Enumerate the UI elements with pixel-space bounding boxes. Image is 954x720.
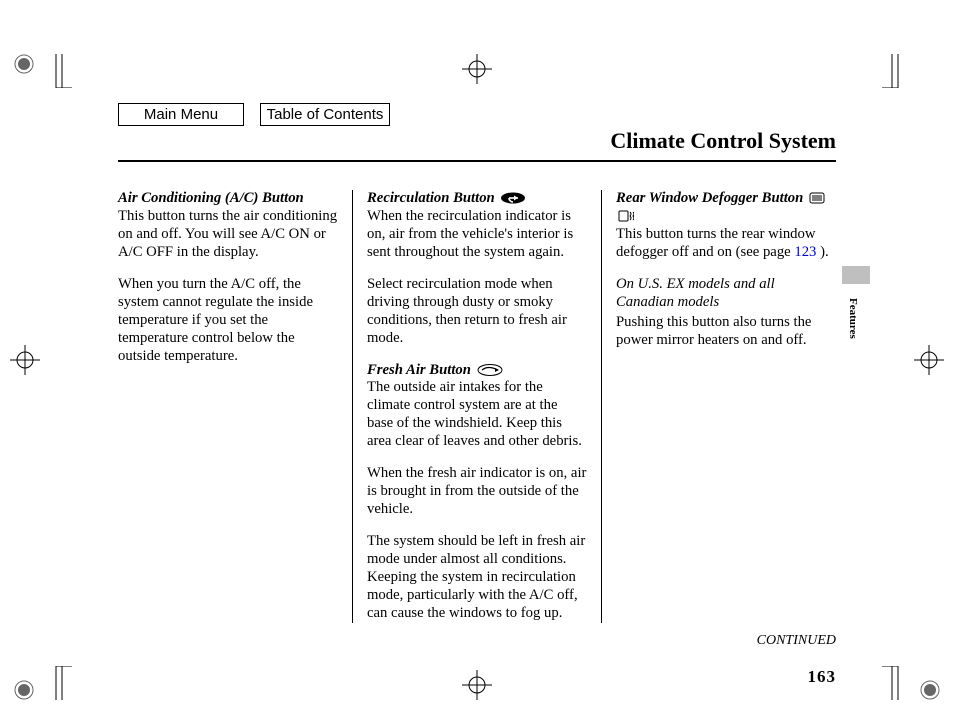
fresh-air-para-2: When the fresh air indicator is on, air … <box>367 465 587 519</box>
title-rule <box>118 160 836 162</box>
defogger-para-1a: This button turns the rear window defogg… <box>616 226 815 260</box>
page-number: 163 <box>118 667 836 687</box>
fresh-air-section: Fresh Air Button The outside air intakes… <box>367 362 587 452</box>
defogger-para-2: Pushing this button also turns the power… <box>616 314 836 350</box>
fresh-air-heading: Fresh Air Button <box>367 362 471 378</box>
crop-mark-top-right <box>882 54 944 88</box>
register-mark-right <box>914 345 944 375</box>
section-tab-bar <box>842 266 870 284</box>
crop-mark-top-left <box>10 54 72 88</box>
top-nav: Main Menu Table of Contents <box>118 103 390 126</box>
fresh-air-icon <box>477 364 503 376</box>
register-mark-left <box>10 345 40 375</box>
ac-button-heading: Air Conditioning (A/C) Button <box>118 190 304 206</box>
section-tab-label: Features <box>847 298 859 339</box>
column-2: Recirculation Button When the recirculat… <box>352 190 587 623</box>
defogger-para-1b: ). <box>816 244 828 260</box>
recirc-para-2: Select recirculation mode when driving t… <box>367 276 587 348</box>
ac-button-section: Air Conditioning (A/C) Button This butto… <box>118 190 338 262</box>
defogger-heading: Rear Window Defogger Button <box>616 190 803 206</box>
defogger-model-note: On U.S. EX models and all Canadian model… <box>616 276 836 312</box>
defogger-section: Rear Window Defogger Button This button … <box>616 190 836 262</box>
defogger-page-link[interactable]: 123 <box>794 244 816 260</box>
page-title: Climate Control System <box>118 128 836 154</box>
column-3: Rear Window Defogger Button This button … <box>601 190 836 623</box>
ac-button-para-1: This button turns the air conditioning o… <box>118 208 337 260</box>
section-tab: Features <box>842 268 864 344</box>
content-columns: Air Conditioning (A/C) Button This butto… <box>118 190 836 623</box>
mirror-heater-icon <box>618 210 634 222</box>
crop-mark-bottom-right <box>882 666 944 700</box>
column-1: Air Conditioning (A/C) Button This butto… <box>118 190 338 623</box>
table-of-contents-button[interactable]: Table of Contents <box>260 103 390 126</box>
recirc-para-1: When the recirculation indicator is on, … <box>367 208 573 260</box>
page-content: Climate Control System Air Conditioning … <box>118 128 836 687</box>
recirc-section: Recirculation Button When the recirculat… <box>367 190 587 262</box>
fresh-air-para-3: The system should be left in fresh air m… <box>367 533 587 623</box>
rear-defogger-icon <box>809 192 825 204</box>
recirculation-icon <box>500 192 526 204</box>
continued-label: CONTINUED <box>118 633 836 649</box>
crop-mark-bottom-left <box>10 666 72 700</box>
fresh-air-para-1: The outside air intakes for the climate … <box>367 379 582 449</box>
main-menu-button[interactable]: Main Menu <box>118 103 244 126</box>
ac-button-para-2: When you turn the A/C off, the system ca… <box>118 276 338 366</box>
register-mark-top <box>462 54 492 84</box>
recirc-heading: Recirculation Button <box>367 190 495 206</box>
